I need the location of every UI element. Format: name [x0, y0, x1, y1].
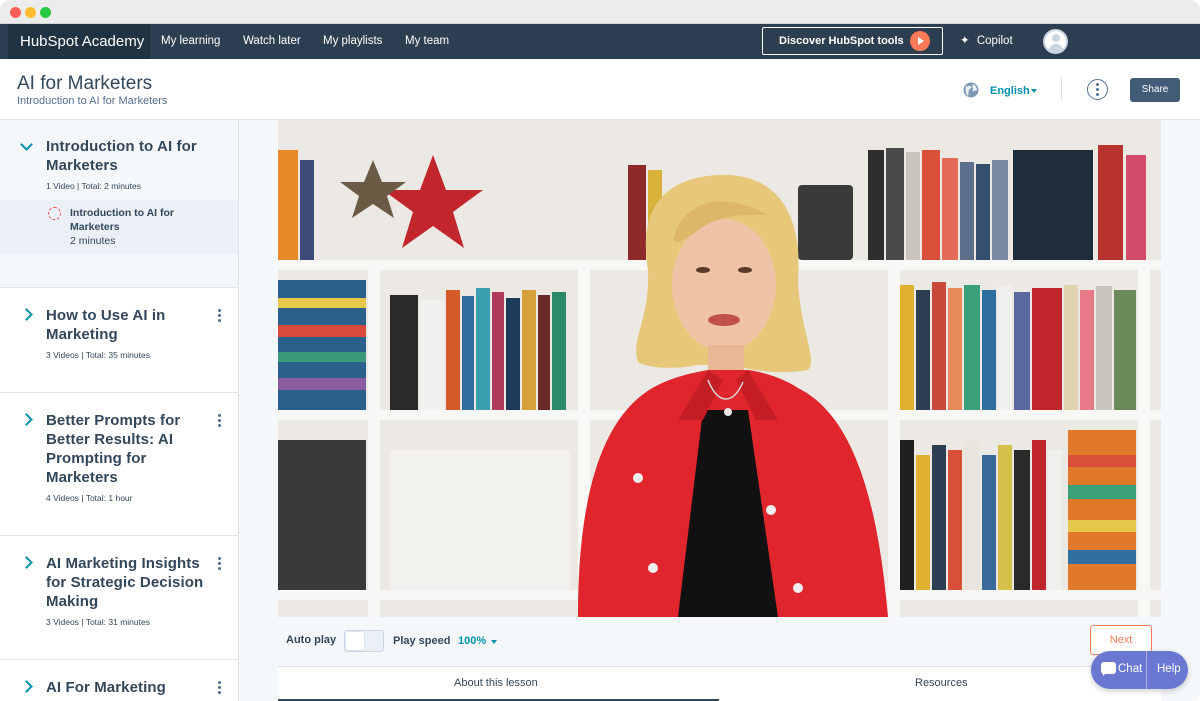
maximize-window-button[interactable]: [40, 7, 51, 18]
chat-bubble-icon: [1101, 662, 1116, 676]
header-divider: [1061, 77, 1062, 102]
user-avatar[interactable]: [1043, 29, 1068, 54]
play-speed-label: Play speed: [393, 635, 451, 647]
globe-icon: [963, 82, 979, 98]
player-controls: Auto play Play speed 100% Next: [278, 617, 1161, 667]
video-player[interactable]: [278, 120, 1161, 617]
autoplay-label: Auto play: [286, 634, 337, 646]
sidebar-section-intro[interactable]: Introduction to AI for Marketers 1 Video…: [0, 120, 238, 288]
sidebar-section-ai-for-marketing[interactable]: AI For Marketing: [0, 660, 238, 701]
chat-divider: [1146, 651, 1147, 689]
page-subtitle: Introduction to AI for Marketers: [17, 95, 168, 107]
copilot-button[interactable]: ✦ Copilot: [960, 24, 1013, 59]
lesson-duration: 2 minutes: [70, 235, 116, 247]
section-title[interactable]: How to Use AI in Marketing: [46, 306, 216, 344]
chevron-down-icon: [1031, 89, 1037, 93]
section-title[interactable]: AI For Marketing: [46, 678, 216, 697]
kebab-menu-icon[interactable]: [218, 309, 221, 322]
section-meta: 1 Video | Total: 2 minutes: [46, 181, 141, 191]
kebab-menu-icon[interactable]: [218, 557, 221, 570]
section-meta: 3 Videos | Total: 35 minutes: [46, 350, 150, 360]
chat-help-widget[interactable]: Chat Help: [1091, 651, 1188, 689]
nav-my-team[interactable]: My team: [405, 24, 449, 59]
browser-window: HubSpot Academy My learning Watch later …: [0, 0, 1200, 701]
lesson-main: Auto play Play speed 100% Next About thi…: [239, 120, 1200, 701]
nav-my-playlists[interactable]: My playlists: [323, 24, 382, 59]
kebab-menu-icon[interactable]: [218, 681, 221, 694]
chevron-right-icon[interactable]: [20, 413, 33, 426]
section-meta: 3 Videos | Total: 31 minutes: [46, 617, 150, 627]
top-navigation: HubSpot Academy My learning Watch later …: [0, 24, 1200, 59]
section-meta: 4 Videos | Total: 1 hour: [46, 493, 133, 503]
nav-my-learning[interactable]: My learning: [161, 24, 220, 59]
course-header: AI for Marketers Introduction to AI for …: [0, 59, 1200, 120]
discover-hubspot-tools-button[interactable]: Discover HubSpot tools: [762, 27, 943, 55]
kebab-menu-icon[interactable]: [218, 414, 221, 427]
course-sidebar: Introduction to AI for Marketers 1 Video…: [0, 120, 239, 701]
section-title[interactable]: AI Marketing Insights for Strategic Deci…: [46, 554, 216, 611]
page-title: AI for Marketers: [17, 73, 153, 94]
chevron-down-icon[interactable]: [20, 138, 33, 151]
share-button[interactable]: Share: [1130, 78, 1180, 102]
chevron-right-icon[interactable]: [20, 308, 33, 321]
tab-about-this-lesson[interactable]: About this lesson: [454, 677, 538, 689]
chevron-down-icon: [491, 640, 497, 644]
sidebar-section-better-prompts[interactable]: Better Prompts for Better Results: AI Pr…: [0, 393, 238, 536]
lesson-tabs: About this lesson Resources: [278, 667, 1161, 701]
window-titlebar: [0, 0, 1200, 24]
chevron-right-icon[interactable]: [20, 556, 33, 569]
sidebar-section-insights[interactable]: AI Marketing Insights for Strategic Deci…: [0, 536, 238, 660]
language-selector[interactable]: English: [990, 85, 1030, 97]
discover-label: Discover HubSpot tools: [779, 35, 904, 47]
nav-watch-later[interactable]: Watch later: [243, 24, 301, 59]
sidebar-section-how-to-use[interactable]: How to Use AI in Marketing 3 Videos | To…: [0, 288, 238, 393]
close-window-button[interactable]: [10, 7, 21, 18]
play-icon: [910, 31, 930, 51]
autoplay-toggle[interactable]: [344, 630, 384, 652]
sparkle-icon: ✦: [960, 35, 970, 47]
more-options-icon[interactable]: [1087, 79, 1108, 100]
help-button[interactable]: Help: [1157, 663, 1181, 675]
video-frame-illustration: [278, 120, 1161, 617]
lesson-title[interactable]: Introduction to AI for Marketers: [70, 206, 220, 234]
tab-resources[interactable]: Resources: [915, 677, 968, 689]
progress-ring-icon: [48, 207, 61, 220]
copilot-label: Copilot: [976, 35, 1013, 47]
hubspot-academy-logo[interactable]: HubSpot Academy: [8, 24, 150, 59]
section-title[interactable]: Better Prompts for Better Results: AI Pr…: [46, 411, 216, 487]
minimize-window-button[interactable]: [25, 7, 36, 18]
play-speed-select[interactable]: 100%: [458, 635, 486, 647]
chat-button[interactable]: Chat: [1118, 663, 1142, 675]
section-title[interactable]: Introduction to AI for Marketers: [46, 137, 216, 175]
chevron-right-icon[interactable]: [20, 680, 33, 693]
